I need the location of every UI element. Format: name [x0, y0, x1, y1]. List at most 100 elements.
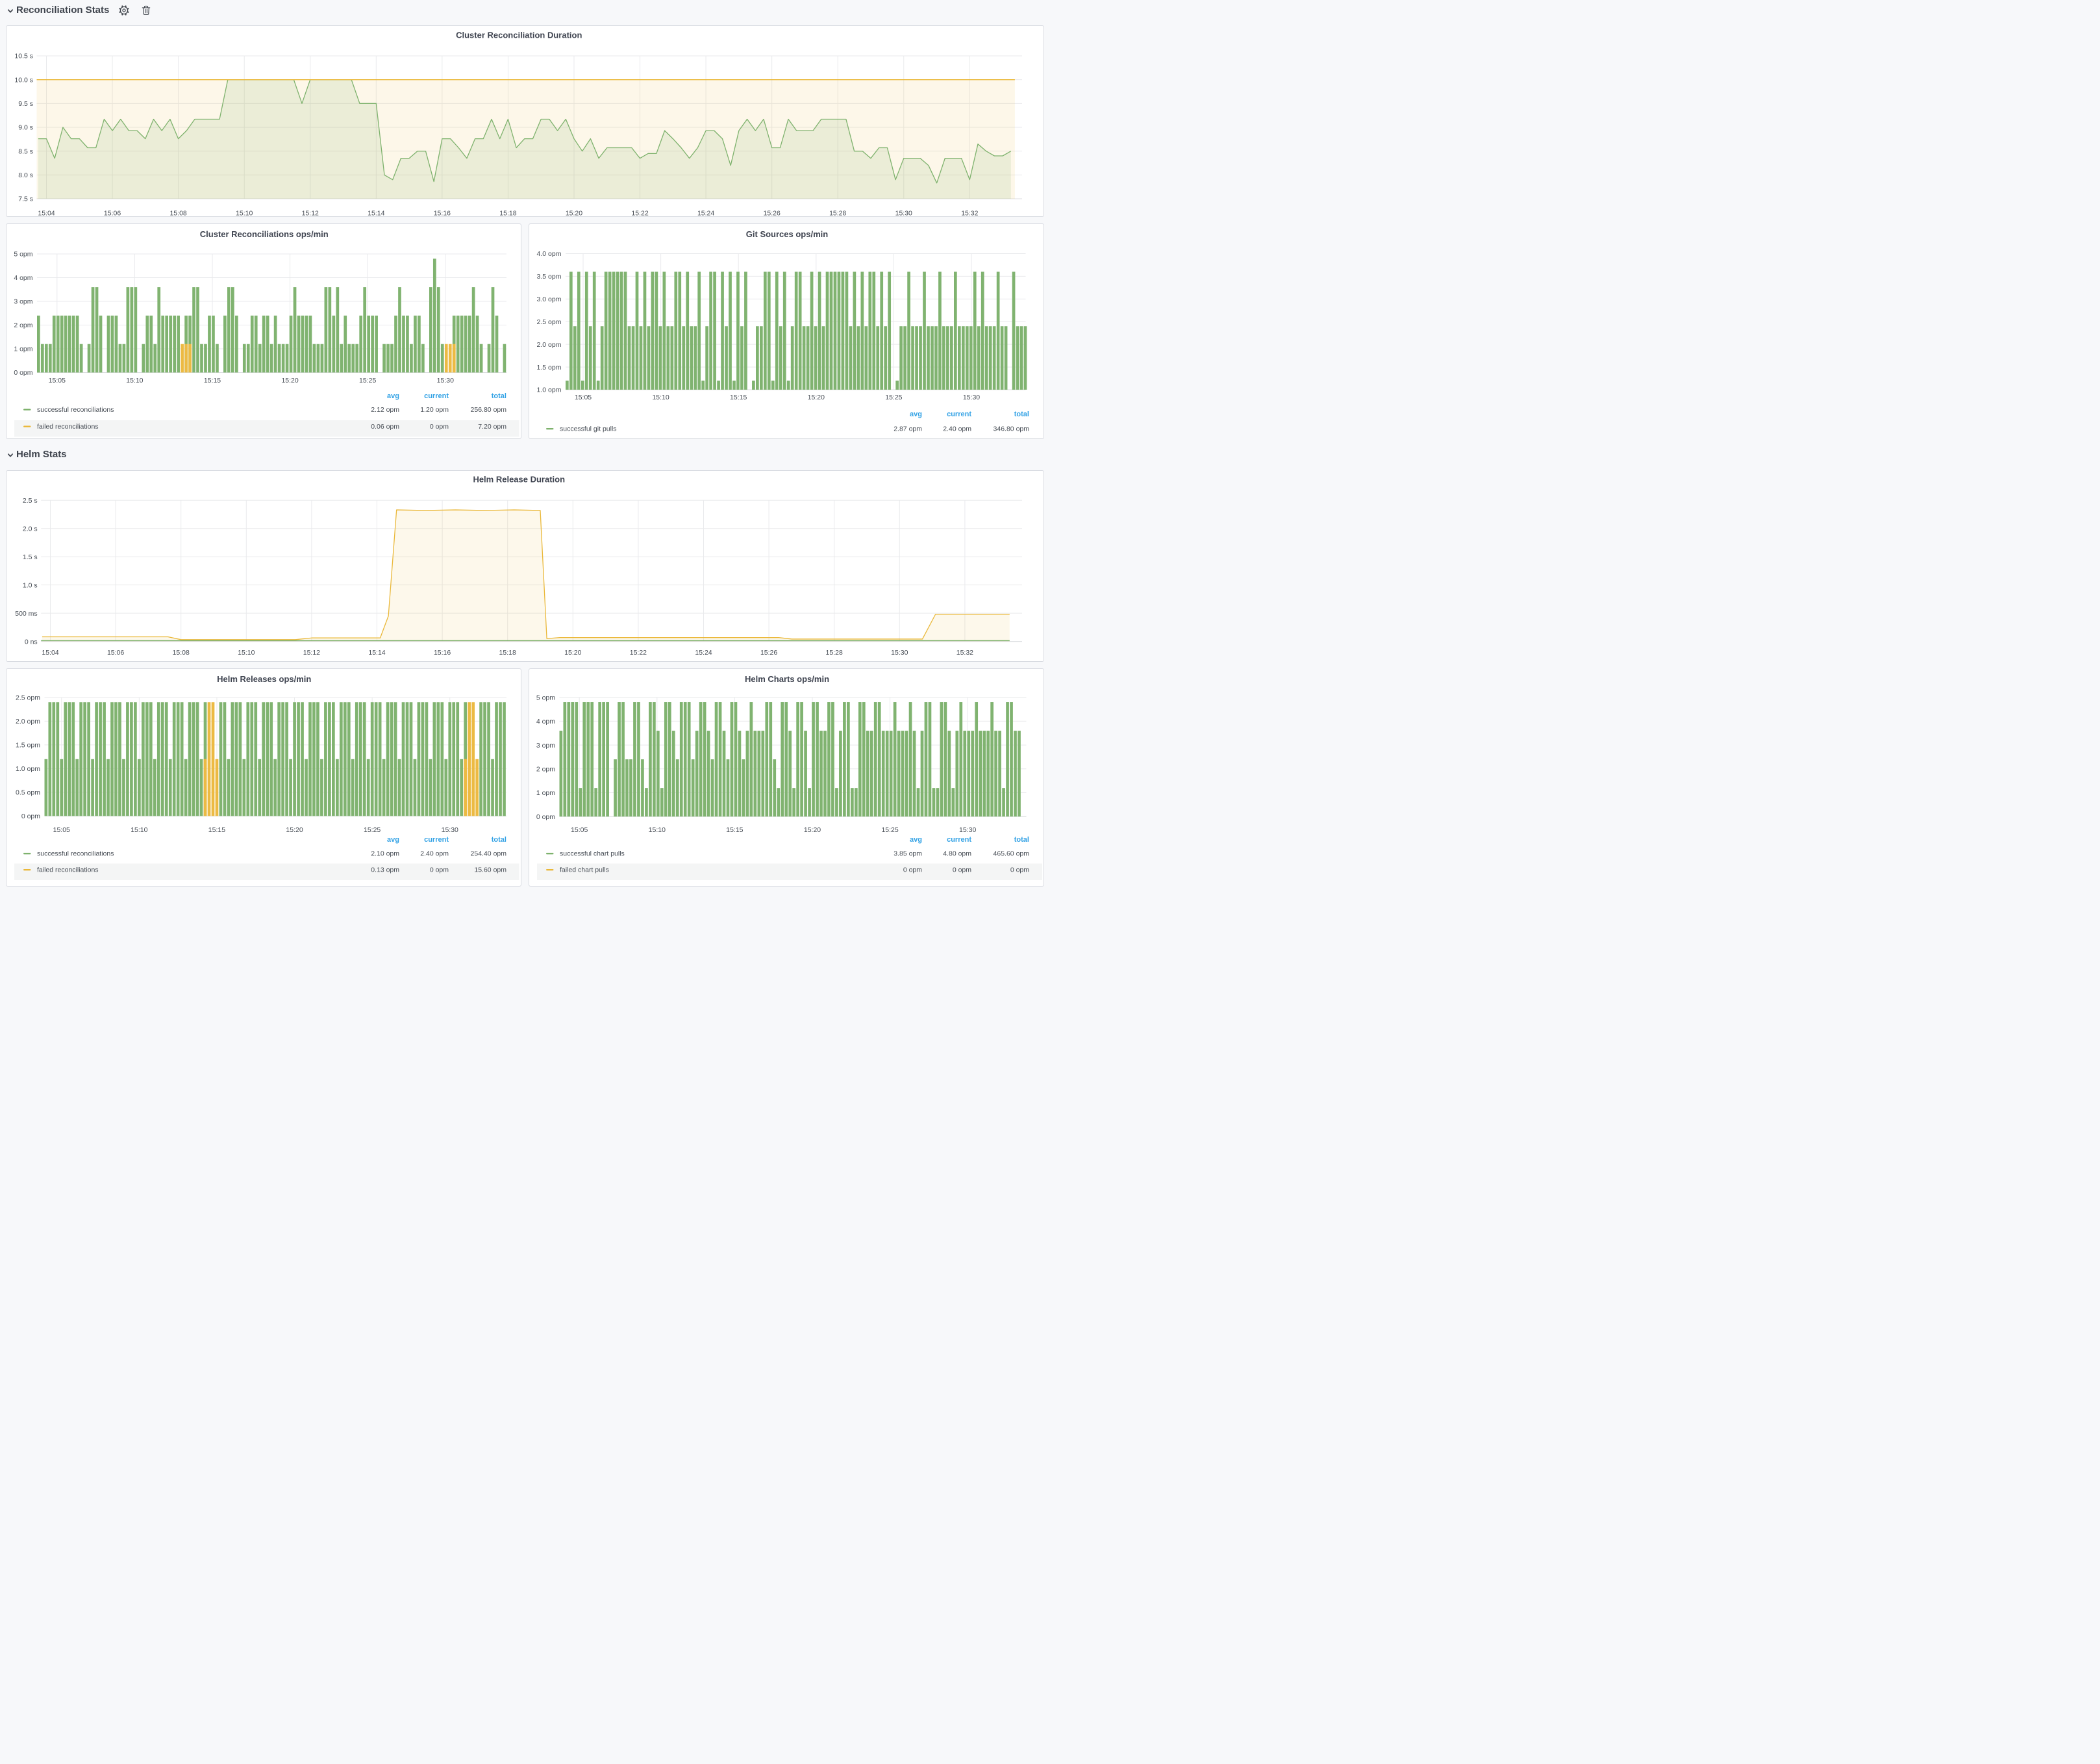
svg-text:0.06 opm: 0.06 opm	[371, 423, 399, 431]
svg-text:15:12: 15:12	[303, 649, 320, 657]
svg-text:2.87 opm: 2.87 opm	[894, 425, 922, 433]
svg-text:15:32: 15:32	[961, 210, 978, 218]
svg-text:current: current	[947, 410, 971, 418]
svg-text:successful chart pulls: successful chart pulls	[560, 850, 625, 858]
svg-text:15:10: 15:10	[126, 377, 143, 384]
svg-text:15:05: 15:05	[574, 394, 591, 401]
svg-text:4.0 opm: 4.0 opm	[536, 250, 561, 258]
svg-text:1.5 opm: 1.5 opm	[16, 742, 40, 750]
svg-text:15:12: 15:12	[302, 210, 319, 218]
svg-text:Git Sources ops/min: Git Sources ops/min	[745, 229, 827, 239]
svg-text:Helm Releases ops/min: Helm Releases ops/min	[217, 674, 311, 684]
svg-text:3.85 opm: 3.85 opm	[894, 850, 922, 858]
svg-text:2 opm: 2 opm	[14, 321, 32, 329]
svg-text:15:20: 15:20	[566, 210, 582, 218]
svg-text:1.5 s: 1.5 s	[23, 553, 38, 561]
svg-text:1.20 opm: 1.20 opm	[420, 406, 449, 414]
svg-text:15:15: 15:15	[208, 826, 225, 834]
svg-text:1.0 s: 1.0 s	[23, 581, 38, 589]
svg-text:15:05: 15:05	[53, 826, 70, 834]
svg-text:0 opm: 0 opm	[14, 369, 32, 377]
svg-text:15:08: 15:08	[173, 649, 190, 657]
svg-text:0 opm: 0 opm	[430, 423, 449, 431]
svg-text:15:05: 15:05	[571, 826, 588, 834]
svg-text:15:24: 15:24	[695, 649, 712, 657]
svg-text:15:32: 15:32	[956, 649, 973, 657]
svg-text:1 opm: 1 opm	[14, 345, 32, 353]
svg-text:15:15: 15:15	[730, 394, 747, 401]
svg-text:15:26: 15:26	[764, 210, 781, 218]
svg-text:15:25: 15:25	[885, 394, 902, 401]
svg-text:2 opm: 2 opm	[536, 766, 555, 774]
svg-text:15:30: 15:30	[895, 210, 912, 218]
svg-text:4 opm: 4 opm	[14, 274, 32, 282]
svg-text:15:10: 15:10	[131, 826, 147, 834]
svg-text:0 opm: 0 opm	[903, 866, 921, 874]
svg-text:0 opm: 0 opm	[536, 813, 555, 821]
svg-text:total: total	[1014, 410, 1029, 418]
svg-text:15:20: 15:20	[286, 826, 303, 834]
svg-text:failed reconciliations: failed reconciliations	[37, 423, 99, 431]
svg-text:3.0 opm: 3.0 opm	[536, 296, 561, 303]
svg-text:15:24: 15:24	[697, 210, 714, 218]
svg-text:15:25: 15:25	[364, 826, 381, 834]
svg-text:1.5 opm: 1.5 opm	[536, 363, 561, 371]
svg-text:2.0 opm: 2.0 opm	[536, 340, 561, 348]
svg-text:15:18: 15:18	[499, 649, 516, 657]
svg-text:failed chart pulls: failed chart pulls	[560, 866, 609, 874]
svg-text:15:04: 15:04	[42, 649, 58, 657]
svg-text:15:06: 15:06	[104, 210, 121, 218]
svg-text:current: current	[424, 392, 449, 400]
svg-text:10.0 s: 10.0 s	[14, 76, 33, 84]
svg-text:successful reconciliations: successful reconciliations	[37, 406, 114, 414]
svg-text:0.13 opm: 0.13 opm	[371, 866, 399, 874]
svg-text:254.40 opm: 254.40 opm	[471, 850, 507, 858]
svg-text:15:15: 15:15	[726, 826, 743, 834]
svg-text:2.0 s: 2.0 s	[23, 525, 38, 533]
svg-text:total: total	[492, 392, 506, 400]
svg-text:failed reconciliations: failed reconciliations	[37, 866, 99, 874]
svg-text:2.10 opm: 2.10 opm	[371, 850, 399, 858]
svg-text:2.40 opm: 2.40 opm	[943, 425, 971, 433]
svg-text:5 opm: 5 opm	[14, 250, 32, 258]
svg-text:0 opm: 0 opm	[952, 866, 971, 874]
svg-text:total: total	[1014, 836, 1029, 844]
svg-text:avg: avg	[910, 836, 922, 844]
svg-text:0 opm: 0 opm	[21, 813, 40, 820]
svg-text:15:10: 15:10	[648, 826, 665, 834]
svg-text:7.20 opm: 7.20 opm	[478, 423, 506, 431]
svg-text:Cluster Reconciliation Duratio: Cluster Reconciliation Duration	[456, 31, 582, 40]
svg-text:15:14: 15:14	[368, 210, 384, 218]
svg-text:15:20: 15:20	[281, 377, 298, 384]
svg-text:15:05: 15:05	[49, 377, 66, 384]
svg-text:15:18: 15:18	[499, 210, 516, 218]
svg-text:15:10: 15:10	[236, 210, 253, 218]
svg-text:8.5 s: 8.5 s	[18, 147, 33, 155]
svg-text:15:20: 15:20	[564, 649, 581, 657]
svg-text:current: current	[947, 836, 971, 844]
svg-text:15:16: 15:16	[434, 649, 451, 657]
svg-text:15:25: 15:25	[881, 826, 898, 834]
svg-text:15:20: 15:20	[807, 394, 824, 401]
svg-text:5 opm: 5 opm	[536, 694, 555, 702]
svg-text:15:10: 15:10	[238, 649, 255, 657]
svg-text:8.0 s: 8.0 s	[18, 171, 33, 179]
svg-text:2.5 s: 2.5 s	[23, 497, 38, 505]
svg-text:346.80 opm: 346.80 opm	[993, 425, 1029, 433]
svg-text:1.0 opm: 1.0 opm	[536, 386, 561, 394]
svg-text:total: total	[492, 836, 506, 844]
svg-text:3 opm: 3 opm	[14, 297, 32, 305]
svg-text:10.5 s: 10.5 s	[14, 53, 33, 60]
svg-text:15:30: 15:30	[891, 649, 908, 657]
svg-text:2.5 opm: 2.5 opm	[536, 318, 561, 325]
svg-text:465.60 opm: 465.60 opm	[993, 850, 1029, 858]
svg-text:Helm Release Duration: Helm Release Duration	[473, 475, 565, 485]
svg-text:1.0 opm: 1.0 opm	[16, 765, 40, 773]
svg-text:15:30: 15:30	[437, 377, 454, 384]
svg-text:4.80 opm: 4.80 opm	[943, 850, 971, 858]
svg-text:9.0 s: 9.0 s	[18, 124, 33, 132]
svg-text:15:30: 15:30	[959, 826, 976, 834]
svg-text:successful git pulls: successful git pulls	[560, 425, 617, 433]
svg-text:2.12 opm: 2.12 opm	[371, 406, 399, 414]
svg-text:2.5 opm: 2.5 opm	[16, 694, 40, 702]
